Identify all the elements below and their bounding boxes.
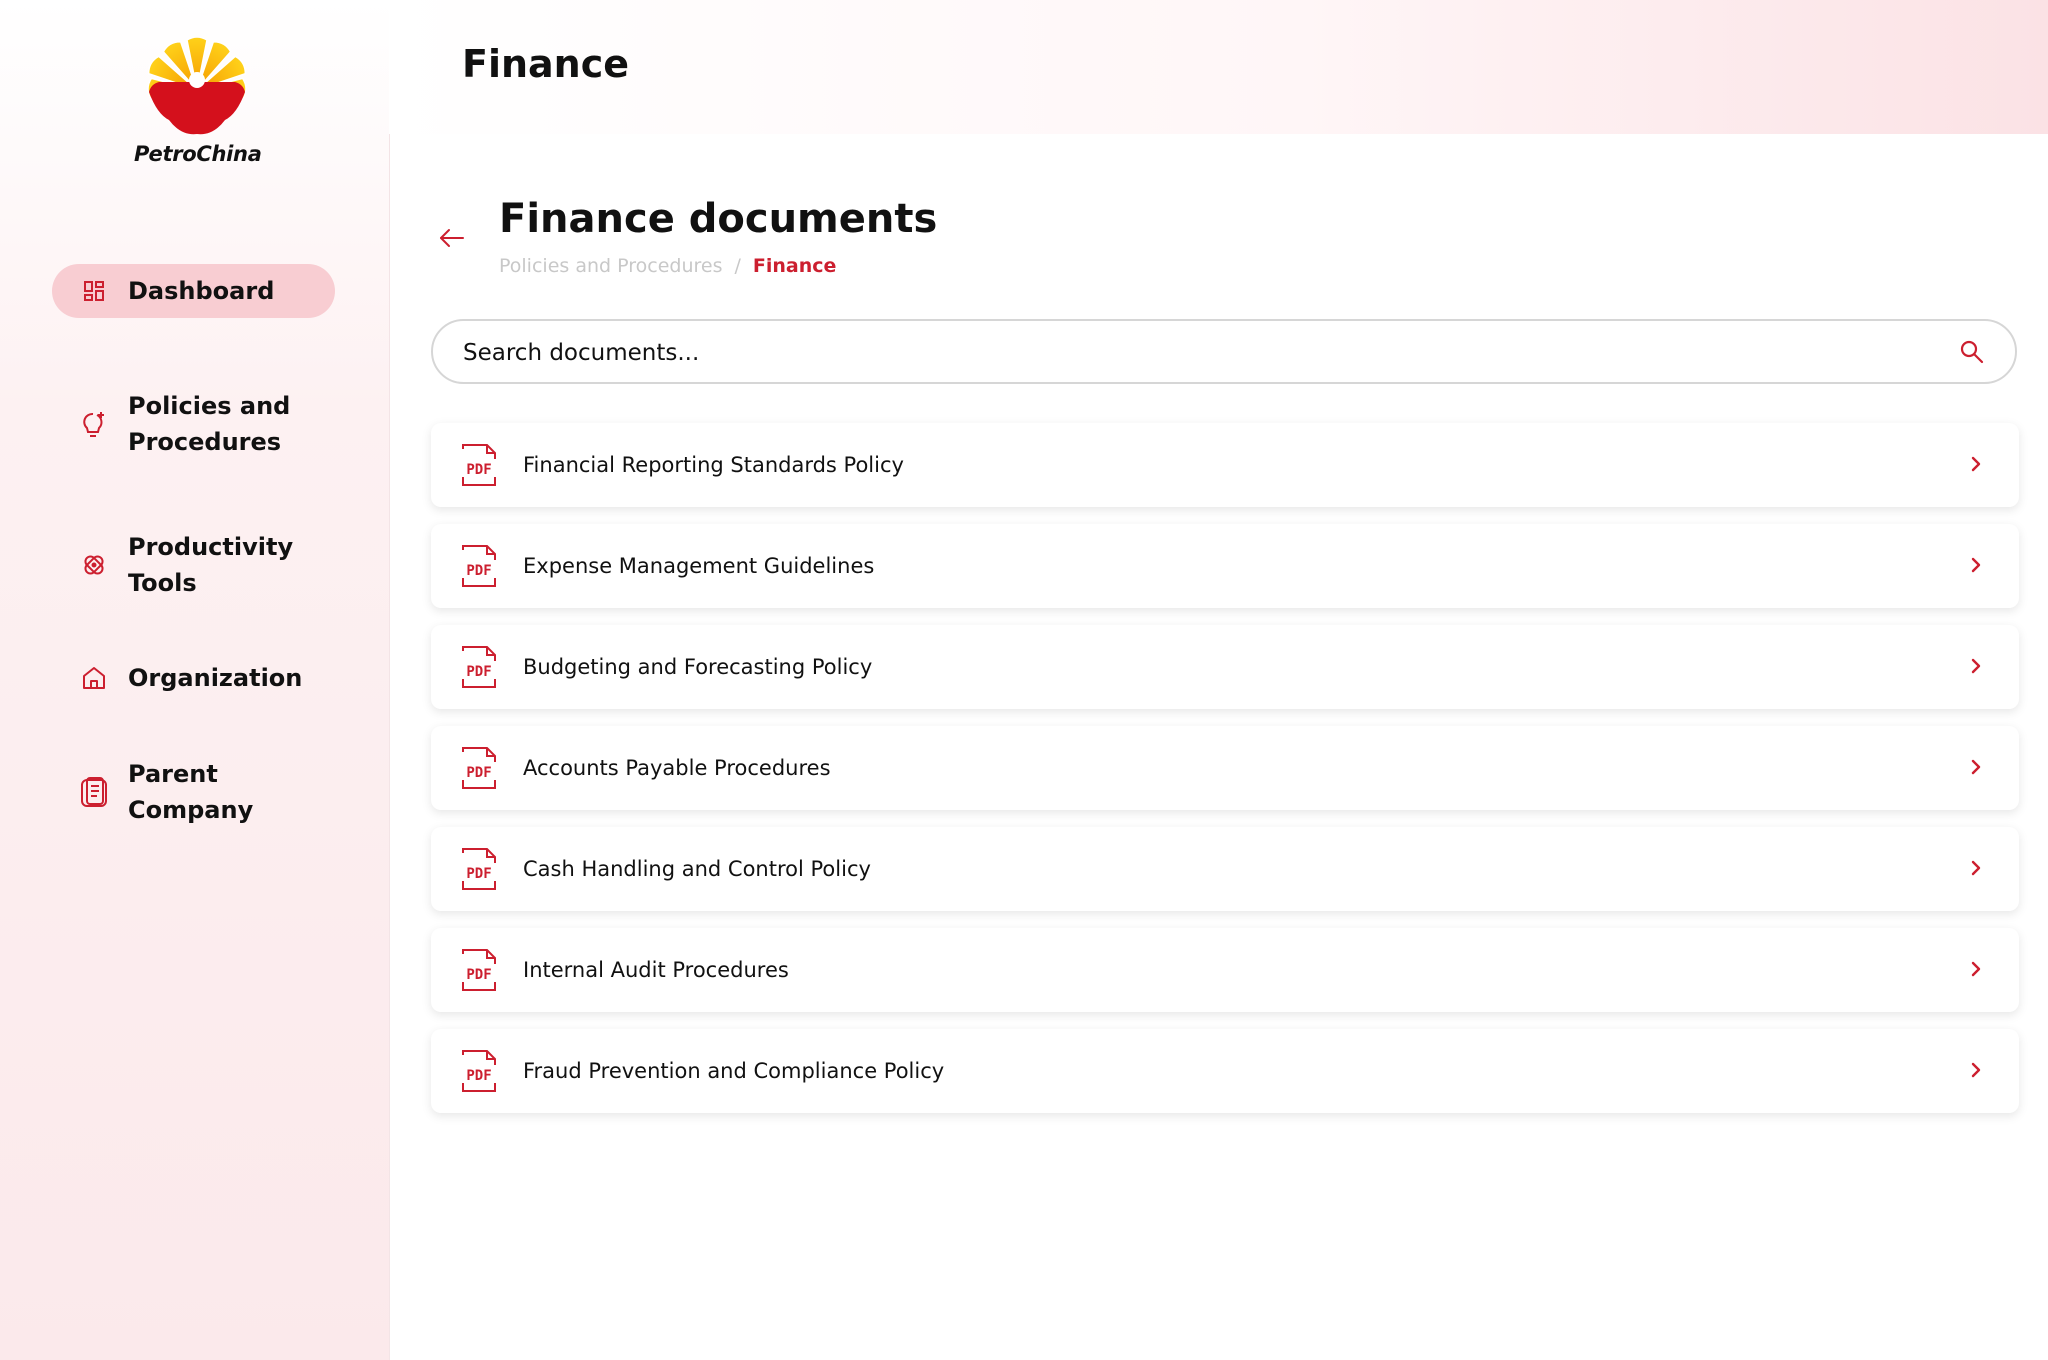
document-row[interactable]: PDF Fraud Prevention and Compliance Poli… xyxy=(431,1029,2019,1113)
svg-text:PDF: PDF xyxy=(466,967,491,983)
page-title: Finance xyxy=(462,42,630,86)
pdf-file-icon: PDF xyxy=(462,747,496,789)
document-row[interactable]: PDF Cash Handling and Control Policy xyxy=(431,827,2019,911)
document-title: Budgeting and Forecasting Policy xyxy=(523,655,873,679)
svg-text:PDF: PDF xyxy=(466,1068,491,1084)
document-row[interactable]: PDF Internal Audit Procedures xyxy=(431,928,2019,1012)
svg-text:PDF: PDF xyxy=(466,664,491,680)
document-row[interactable]: PDF Financial Reporting Standards Policy xyxy=(431,423,2019,507)
brand-name: PetroChina xyxy=(134,142,262,166)
sidebar-item-label-line: Policies and xyxy=(128,392,291,420)
sidebar-item-productivity-tools[interactable]: Productivity Tools xyxy=(52,529,335,601)
breadcrumb-separator: / xyxy=(734,255,741,277)
petrochina-logo[interactable]: PetroChina xyxy=(134,34,262,166)
sidebar: PetroChina Dashboard Policies and Proced… xyxy=(0,0,390,1360)
sidebar-item-label: Parent Company xyxy=(128,756,253,828)
svg-text:PDF: PDF xyxy=(466,563,491,579)
chevron-right-icon xyxy=(1971,658,1981,674)
breadcrumb-current: Finance xyxy=(752,255,837,277)
pdf-file-icon: PDF xyxy=(462,949,496,991)
sidebar-item-label-line: Tools xyxy=(128,569,197,597)
tools-icon xyxy=(76,547,112,583)
sidebar-item-label: Organization xyxy=(128,664,303,692)
breadcrumb-parent-link[interactable]: Policies and Procedures xyxy=(499,255,722,277)
document-row[interactable]: PDF Expense Management Guidelines xyxy=(431,524,2019,608)
chevron-right-icon xyxy=(1971,456,1981,472)
chevron-right-icon xyxy=(1971,961,1981,977)
home-icon xyxy=(76,660,112,696)
top-bar xyxy=(389,0,2048,134)
document-row[interactable]: PDF Accounts Payable Procedures xyxy=(431,726,2019,810)
sidebar-item-parent-company[interactable]: Parent Company xyxy=(52,756,335,828)
document-title: Internal Audit Procedures xyxy=(523,958,789,982)
section-title: Finance documents xyxy=(499,196,938,242)
dashboard-icon xyxy=(76,273,112,309)
document-title: Expense Management Guidelines xyxy=(523,554,875,578)
sidebar-item-label: Productivity Tools xyxy=(128,529,293,601)
pdf-file-icon: PDF xyxy=(462,545,496,587)
sidebar-item-organization[interactable]: Organization xyxy=(52,660,335,696)
sidebar-item-policies[interactable]: Policies and Procedures xyxy=(52,388,335,460)
pdf-file-icon: PDF xyxy=(462,444,496,486)
sidebar-item-dashboard[interactable]: Dashboard xyxy=(52,264,335,318)
search-input[interactable] xyxy=(461,321,1925,384)
petrochina-emblem-icon xyxy=(147,36,247,135)
arrow-left-icon xyxy=(440,229,464,247)
document-title: Accounts Payable Procedures xyxy=(523,756,831,780)
document-title: Fraud Prevention and Compliance Policy xyxy=(523,1059,945,1083)
chevron-right-icon xyxy=(1971,1062,1981,1078)
breadcrumb: Policies and Procedures / Finance xyxy=(499,255,836,277)
svg-text:PDF: PDF xyxy=(466,765,491,781)
sidebar-item-label-line: Company xyxy=(128,796,254,824)
lightbulb-icon xyxy=(76,406,112,442)
search-bar xyxy=(431,319,2017,384)
document-title: Financial Reporting Standards Policy xyxy=(523,453,904,477)
back-button[interactable] xyxy=(434,220,470,256)
svg-text:PDF: PDF xyxy=(466,462,491,478)
chevron-right-icon xyxy=(1971,860,1981,876)
pdf-file-icon: PDF xyxy=(462,646,496,688)
document-title: Cash Handling and Control Policy xyxy=(523,857,871,881)
sidebar-item-label-line: Productivity xyxy=(128,533,294,561)
sidebar-item-label: Policies and Procedures xyxy=(128,388,290,460)
document-icon xyxy=(76,774,112,810)
document-row[interactable]: PDF Budgeting and Forecasting Policy xyxy=(431,625,2019,709)
sidebar-item-label-line: Procedures xyxy=(128,428,282,456)
chevron-right-icon xyxy=(1971,557,1981,573)
document-list: PDF Financial Reporting Standards Policy… xyxy=(431,423,2019,1130)
chevron-right-icon xyxy=(1971,759,1981,775)
sidebar-item-label-line: Parent xyxy=(128,760,218,788)
svg-text:PDF: PDF xyxy=(466,866,491,882)
sidebar-item-label: Dashboard xyxy=(128,277,275,305)
pdf-file-icon: PDF xyxy=(462,1050,496,1092)
pdf-file-icon: PDF xyxy=(462,848,496,890)
search-icon[interactable] xyxy=(1957,337,1987,367)
